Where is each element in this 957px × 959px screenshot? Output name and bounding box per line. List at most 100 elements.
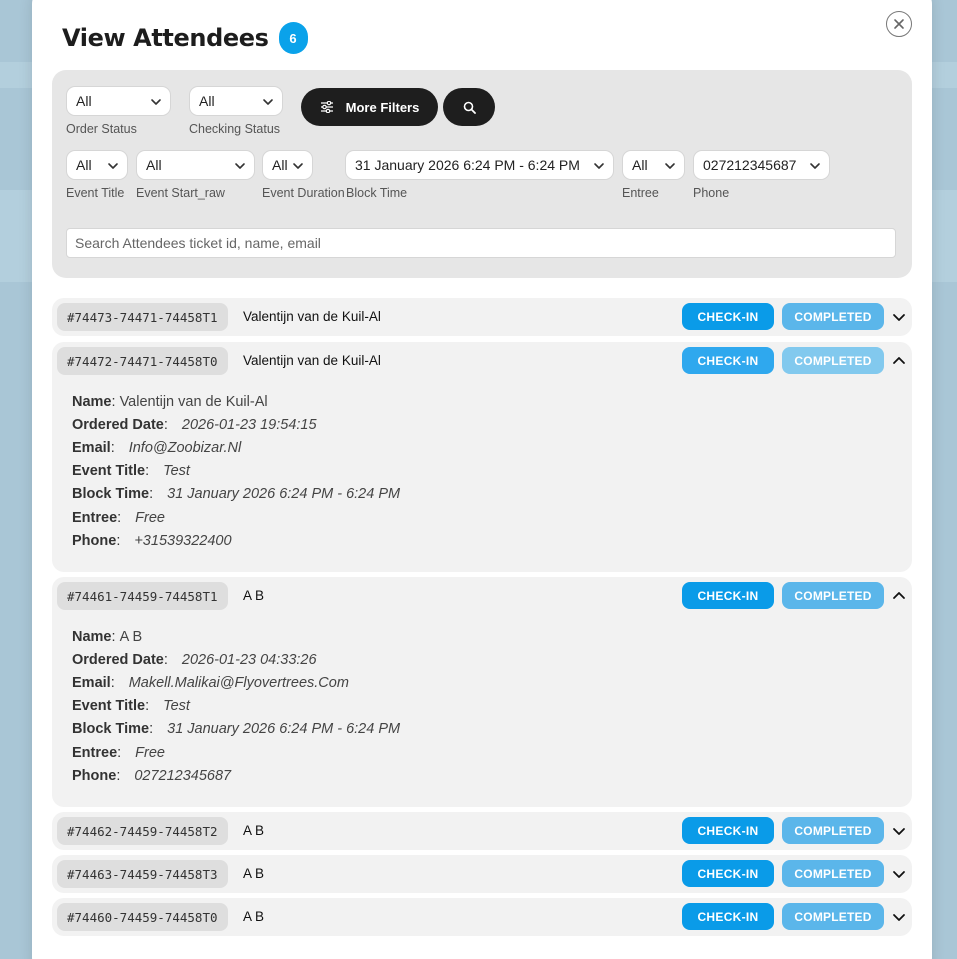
- detail-entree-label: Entree: [72, 744, 118, 761]
- filter-panel: All Order Status All Checking Status Mor…: [52, 70, 912, 278]
- detail-entree: Entree: Free: [72, 744, 165, 761]
- attendee-name: Valentijn van de Kuil-Al: [243, 353, 381, 368]
- attendee-name: A B: [243, 866, 265, 881]
- entree-value: All: [632, 157, 648, 173]
- detail-name-label: Name: [72, 393, 112, 410]
- phone-select[interactable]: 027212345687: [693, 150, 830, 180]
- detail-phone-value: 027212345687: [134, 767, 232, 784]
- chevron-down-icon[interactable]: [892, 867, 906, 881]
- entree-select[interactable]: All: [622, 150, 685, 180]
- status-badge: COMPLETED: [782, 903, 884, 930]
- attendee-row[interactable]: #74473-74471-74458T1 Valentijn van de Ku…: [52, 298, 912, 336]
- attendee-name: Valentijn van de Kuil-Al: [243, 309, 381, 324]
- detail-ordered-date-label: Ordered Date: [72, 416, 164, 433]
- event-start-label: Event Start_raw: [136, 186, 225, 200]
- attendees-modal: View Attendees 6 All Order Status All Ch…: [32, 0, 932, 959]
- attendee-row[interactable]: #74472-74471-74458T0 Valentijn van de Ku…: [52, 342, 912, 572]
- search-placeholder: Search Attendees ticket id, name, email: [75, 235, 321, 251]
- detail-event-title-value: Test: [163, 698, 190, 715]
- event-title-value: All: [76, 157, 92, 173]
- detail-ordered-date-value: 2026-01-23 04:33:26: [181, 651, 317, 668]
- modal-header: View Attendees 6: [62, 22, 308, 54]
- detail-entree-value: Free: [135, 509, 165, 526]
- detail-block-time-value: 31 January 2026 6:24 PM - 6:24 PM: [167, 721, 401, 738]
- ticket-id: #74473-74471-74458T1: [57, 303, 228, 331]
- ticket-id: #74472-74471-74458T0: [57, 347, 228, 375]
- detail-name: Name: A B: [72, 628, 143, 645]
- detail-phone-value: +31539322400: [134, 532, 232, 549]
- detail-name-value: A B: [119, 628, 143, 645]
- phone-value: 027212345687: [703, 157, 797, 173]
- detail-event-title: Event Title: Test: [72, 698, 190, 715]
- search-input[interactable]: Search Attendees ticket id, name, email: [66, 228, 896, 258]
- phone-label: Phone: [693, 186, 730, 200]
- checking-status-select[interactable]: All: [189, 86, 283, 116]
- detail-name: Name: Valentijn van de Kuil-Al: [72, 393, 268, 410]
- event-start-select[interactable]: All: [136, 150, 255, 180]
- check-in-button[interactable]: CHECK-IN: [682, 303, 774, 330]
- detail-ordered-date-label: Ordered Date: [72, 651, 164, 668]
- chevron-down-icon: [108, 163, 118, 169]
- attendee-row[interactable]: #74462-74459-74458T2 A B CHECK-IN COMPLE…: [52, 812, 912, 850]
- check-in-button[interactable]: CHECK-IN: [682, 903, 774, 930]
- detail-block-time-label: Block Time: [72, 721, 150, 738]
- detail-phone-label: Phone: [72, 532, 117, 549]
- attendee-details: Name: Valentijn van de Kuil-Al Ordered D…: [72, 390, 400, 552]
- block-time-value: 31 January 2026 6:24 PM - 6:24 PM: [355, 157, 580, 173]
- attendee-row[interactable]: #74463-74459-74458T3 A B CHECK-IN COMPLE…: [52, 855, 912, 893]
- detail-email-label: Email: [72, 674, 111, 691]
- check-in-button[interactable]: CHECK-IN: [682, 817, 774, 844]
- detail-entree-value: Free: [135, 744, 165, 761]
- attendee-name: A B: [243, 909, 265, 924]
- status-badge: COMPLETED: [782, 303, 884, 330]
- detail-name-value: Valentijn van de Kuil-Al: [119, 393, 268, 410]
- event-duration-select[interactable]: All: [262, 150, 313, 180]
- ticket-id: #74463-74459-74458T3: [57, 860, 228, 888]
- detail-phone: Phone:027212345687: [72, 767, 232, 784]
- chevron-down-icon: [151, 99, 161, 105]
- chevron-up-icon[interactable]: [892, 354, 906, 368]
- order-status-select[interactable]: All: [66, 86, 171, 116]
- detail-ordered-date-value: 2026-01-23 19:54:15: [181, 416, 317, 433]
- check-in-button[interactable]: CHECK-IN: [682, 347, 774, 374]
- detail-block-time-label: Block Time: [72, 486, 150, 503]
- detail-ordered-date: Ordered Date:2026-01-23 04:33:26: [72, 651, 317, 668]
- detail-email-label: Email: [72, 439, 111, 456]
- attendee-name: A B: [243, 588, 265, 603]
- entree-label: Entree: [622, 186, 659, 200]
- event-title-select[interactable]: All: [66, 150, 128, 180]
- status-badge: COMPLETED: [782, 817, 884, 844]
- attendee-row[interactable]: #74460-74459-74458T0 A B CHECK-IN COMPLE…: [52, 898, 912, 936]
- attendee-row[interactable]: #74461-74459-74458T1 A B CHECK-IN COMPLE…: [52, 577, 912, 807]
- order-status-value: All: [76, 93, 92, 109]
- event-duration-label: Event Duration: [262, 186, 345, 200]
- block-time-select[interactable]: 31 January 2026 6:24 PM - 6:24 PM: [345, 150, 614, 180]
- modal-title: View Attendees: [62, 24, 269, 52]
- chevron-down-icon[interactable]: [892, 910, 906, 924]
- check-in-button[interactable]: CHECK-IN: [682, 582, 774, 609]
- attendee-details: Name: A B Ordered Date:2026-01-23 04:33:…: [72, 625, 400, 787]
- event-title-label: Event Title: [66, 186, 125, 200]
- attendee-name: A B: [243, 823, 265, 838]
- detail-event-title: Event Title: Test: [72, 463, 190, 480]
- chevron-up-icon[interactable]: [892, 589, 906, 603]
- more-filters-label: More Filters: [345, 99, 420, 115]
- detail-email-value: Info@Zoobizar.Nl: [128, 439, 242, 456]
- check-in-button[interactable]: CHECK-IN: [682, 860, 774, 887]
- close-button[interactable]: [886, 11, 912, 37]
- detail-event-title-label: Event Title: [72, 463, 146, 480]
- detail-entree: Entree: Free: [72, 509, 165, 526]
- search-icon: [463, 101, 476, 114]
- chevron-down-icon[interactable]: [892, 310, 906, 324]
- chevron-down-icon[interactable]: [892, 824, 906, 838]
- chevron-down-icon: [235, 163, 245, 169]
- event-duration-value: All: [272, 157, 288, 173]
- search-button[interactable]: [443, 88, 495, 126]
- detail-entree-label: Entree: [72, 509, 118, 526]
- status-badge: COMPLETED: [782, 860, 884, 887]
- more-filters-button[interactable]: More Filters: [301, 88, 438, 126]
- checking-status-label: Checking Status: [189, 122, 281, 136]
- ticket-id: #74460-74459-74458T0: [57, 903, 228, 931]
- chevron-down-icon: [665, 163, 675, 169]
- detail-email-value: Makell.Malikai@Flyovertrees.Com: [128, 674, 349, 691]
